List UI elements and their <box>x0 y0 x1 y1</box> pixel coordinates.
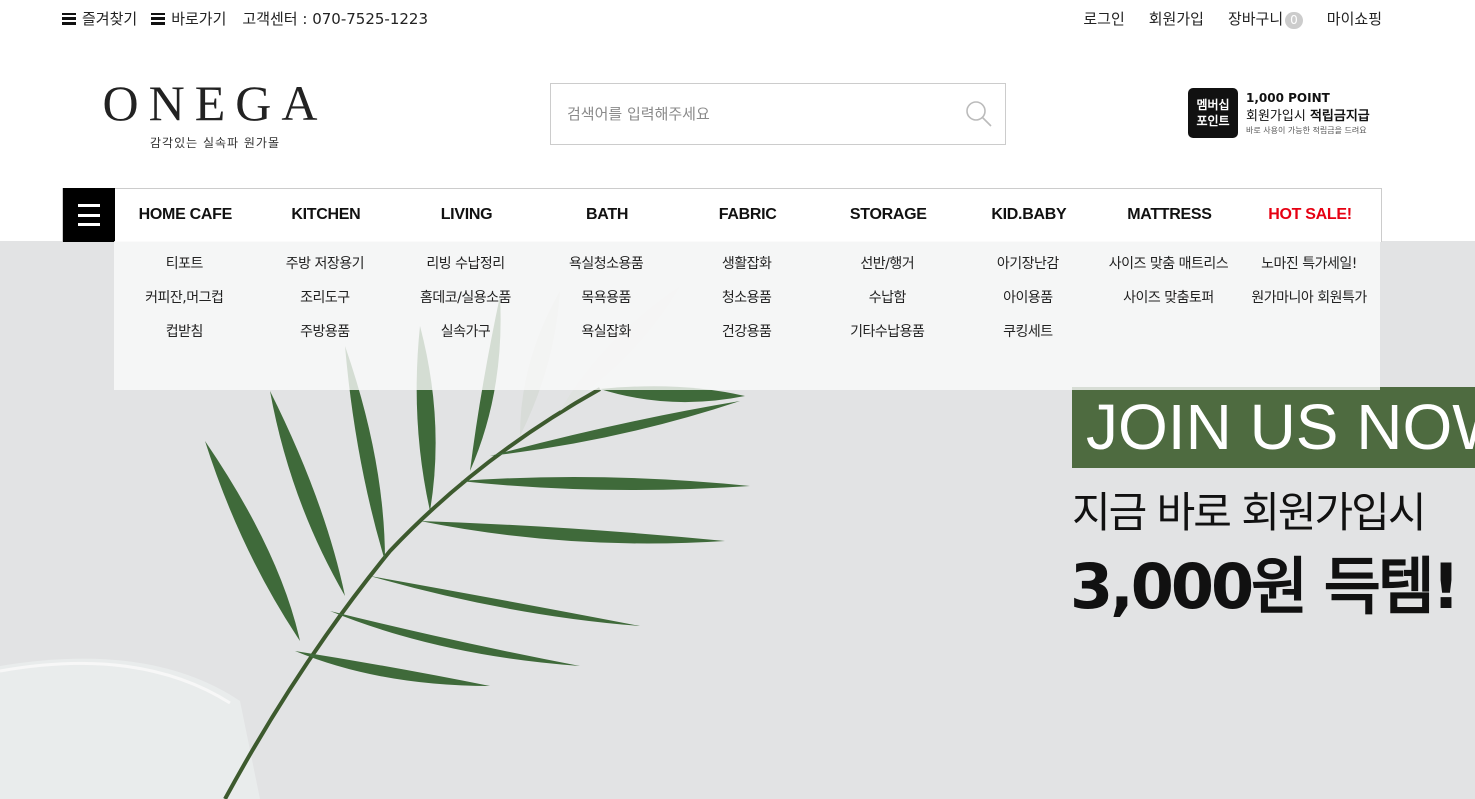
membership-badge: 멤버십 포인트 <box>1188 88 1238 138</box>
search-icon[interactable] <box>965 100 993 128</box>
page: 즐겨찾기 바로가기 고객센터 : 070-7525-1223 로그인 회원가입 … <box>0 0 1475 799</box>
submenu-item[interactable]: 욕실청소용품 <box>536 247 677 281</box>
badge-line2: 포인트 <box>1196 114 1230 128</box>
membership-headline: 회원가입시 적립금지급 <box>1246 105 1370 124</box>
dropdown-column-living: 리빙 수납정리 홈데코/실용소품 실속가구 <box>395 241 536 390</box>
hero-copy-line1: 지금 바로 회원가입시 <box>1072 488 1426 537</box>
membership-text: 1,000 POINT 회원가입시 적립금지급 바로 사용이 가능한 적립금을 … <box>1246 91 1370 136</box>
dropdown-column-mattress: 사이즈 맞춤 매트리스 사이즈 맞춤토퍼 <box>1098 241 1239 390</box>
submenu-item[interactable]: 리빙 수납정리 <box>395 247 536 281</box>
submenu-item[interactable]: 사이즈 맞춤토퍼 <box>1098 281 1239 315</box>
submenu-item[interactable]: 수납함 <box>817 281 958 315</box>
search-input[interactable] <box>551 84 951 144</box>
all-categories-button[interactable] <box>63 188 115 242</box>
nav-living[interactable]: LIVING <box>396 189 537 241</box>
submenu-item[interactable]: 청소용품 <box>676 281 817 315</box>
membership-point: 1,000 POINT <box>1246 90 1330 105</box>
shortcut-link[interactable]: 바로가기 <box>151 8 226 29</box>
submenu-item[interactable]: 주방용품 <box>255 315 396 349</box>
submenu-item[interactable]: 아이용품 <box>958 281 1099 315</box>
submenu-item[interactable]: 원가마니아 회원특가 <box>1239 281 1380 315</box>
submenu-item[interactable]: 아기장난감 <box>958 247 1099 281</box>
submenu-item[interactable]: 생활잡화 <box>676 247 817 281</box>
dropdown-column-fabric: 생활잡화 청소용품 건강용품 <box>676 241 817 390</box>
top-right-links: 로그인 회원가입 장바구니 0 마이쇼핑 <box>1083 8 1382 29</box>
hamburger-icon <box>78 204 100 226</box>
menu-icon <box>151 12 166 25</box>
membership-subtext: 바로 사용이 가능한 적립금을 드려요 <box>1246 125 1367 135</box>
hero-copy-line2: 3,000원 득템! <box>1070 550 1460 623</box>
dropdown-column-kitchen: 주방 저장용기 조리도구 주방용품 <box>255 241 396 390</box>
dropdown-column-kid-baby: 아기장난감 아이용품 쿠킹세트 <box>958 241 1099 390</box>
submenu-item[interactable]: 실속가구 <box>395 315 536 349</box>
dropdown-column-hot-sale: 노마진 특가세일! 원가마니아 회원특가 <box>1239 241 1380 390</box>
submenu-item[interactable]: 사이즈 맞춤 매트리스 <box>1098 247 1239 281</box>
submenu-item[interactable]: 건강용품 <box>676 315 817 349</box>
submenu-item[interactable]: 홈데코/실용소품 <box>395 281 536 315</box>
logo-tagline: 감각있는 실속파 원가몰 <box>149 136 281 150</box>
my-shopping-link[interactable]: 마이쇼핑 <box>1327 8 1382 29</box>
search-box <box>550 83 1006 145</box>
logo-wordmark: ONEGA <box>102 75 328 131</box>
join-us-banner: JOIN US NOW <box>1072 387 1475 468</box>
submenu-item[interactable]: 노마진 특가세일! <box>1239 247 1380 281</box>
customer-center-phone: 고객센터 : 070-7525-1223 <box>242 10 428 28</box>
submenu-item[interactable]: 선반/행거 <box>817 247 958 281</box>
category-dropdown: 티포트 커피잔,머그컵 컵받침 주방 저장용기 조리도구 주방용품 리빙 수납정… <box>114 241 1380 390</box>
menu-icon <box>62 12 76 25</box>
login-link[interactable]: 로그인 <box>1083 8 1124 29</box>
badge-line1: 멤버십 <box>1196 98 1230 112</box>
nav-kitchen[interactable]: KITCHEN <box>256 189 397 241</box>
cart-link[interactable]: 장바구니 0 <box>1228 8 1303 29</box>
bookmark-label: 즐겨찾기 <box>82 10 138 28</box>
dropdown-column-storage: 선반/행거 수납함 기타수납용품 <box>817 241 958 390</box>
submenu-item[interactable]: 컵받침 <box>114 315 255 349</box>
submenu-item[interactable]: 주방 저장용기 <box>255 247 396 281</box>
category-nav: HOME CAFE KITCHEN LIVING BATH FABRIC STO… <box>62 188 1382 242</box>
membership-headline-a: 회원가입시 <box>1246 108 1310 124</box>
shortcut-label: 바로가기 <box>171 10 227 28</box>
cart-label: 장바구니 <box>1227 10 1284 28</box>
nav-mattress[interactable]: MATTRESS <box>1099 189 1240 241</box>
nav-hot-sale[interactable]: HOT SALE! <box>1240 189 1381 241</box>
submenu-item[interactable]: 커피잔,머그컵 <box>114 281 255 315</box>
category-tabs: HOME CAFE KITCHEN LIVING BATH FABRIC STO… <box>115 189 1381 241</box>
site-logo[interactable]: ONEGA 감각있는 실속파 원가몰 <box>100 76 330 151</box>
nav-bath[interactable]: BATH <box>537 189 678 241</box>
nav-storage[interactable]: STORAGE <box>818 189 959 241</box>
top-utility-bar: 즐겨찾기 바로가기 고객센터 : 070-7525-1223 로그인 회원가입 … <box>62 8 1382 32</box>
submenu-item[interactable]: 조리도구 <box>255 281 396 315</box>
bookmark-link[interactable]: 즐겨찾기 <box>62 8 137 29</box>
membership-headline-b: 적립금지급 <box>1309 108 1370 124</box>
membership-point-promo[interactable]: 멤버십 포인트 1,000 POINT 회원가입시 적립금지급 바로 사용이 가… <box>1188 88 1370 138</box>
dropdown-column-bath: 욕실청소용품 목욕용품 욕실잡화 <box>536 241 677 390</box>
signup-link[interactable]: 회원가입 <box>1149 8 1204 29</box>
submenu-item[interactable]: 기타수납용품 <box>817 315 958 349</box>
submenu-item[interactable]: 쿠킹세트 <box>958 315 1099 349</box>
nav-fabric[interactable]: FABRIC <box>677 189 818 241</box>
submenu-item[interactable]: 욕실잡화 <box>536 315 677 349</box>
top-left-links: 즐겨찾기 바로가기 고객센터 : 070-7525-1223 <box>62 8 428 29</box>
submenu-item[interactable]: 목욕용품 <box>536 281 677 315</box>
cart-count-badge: 0 <box>1285 12 1303 29</box>
dropdown-column-home-cafe: 티포트 커피잔,머그컵 컵받침 <box>114 241 255 390</box>
submenu-item[interactable]: 티포트 <box>114 247 255 281</box>
nav-home-cafe[interactable]: HOME CAFE <box>115 189 256 241</box>
nav-kid-baby[interactable]: KID.BABY <box>959 189 1100 241</box>
